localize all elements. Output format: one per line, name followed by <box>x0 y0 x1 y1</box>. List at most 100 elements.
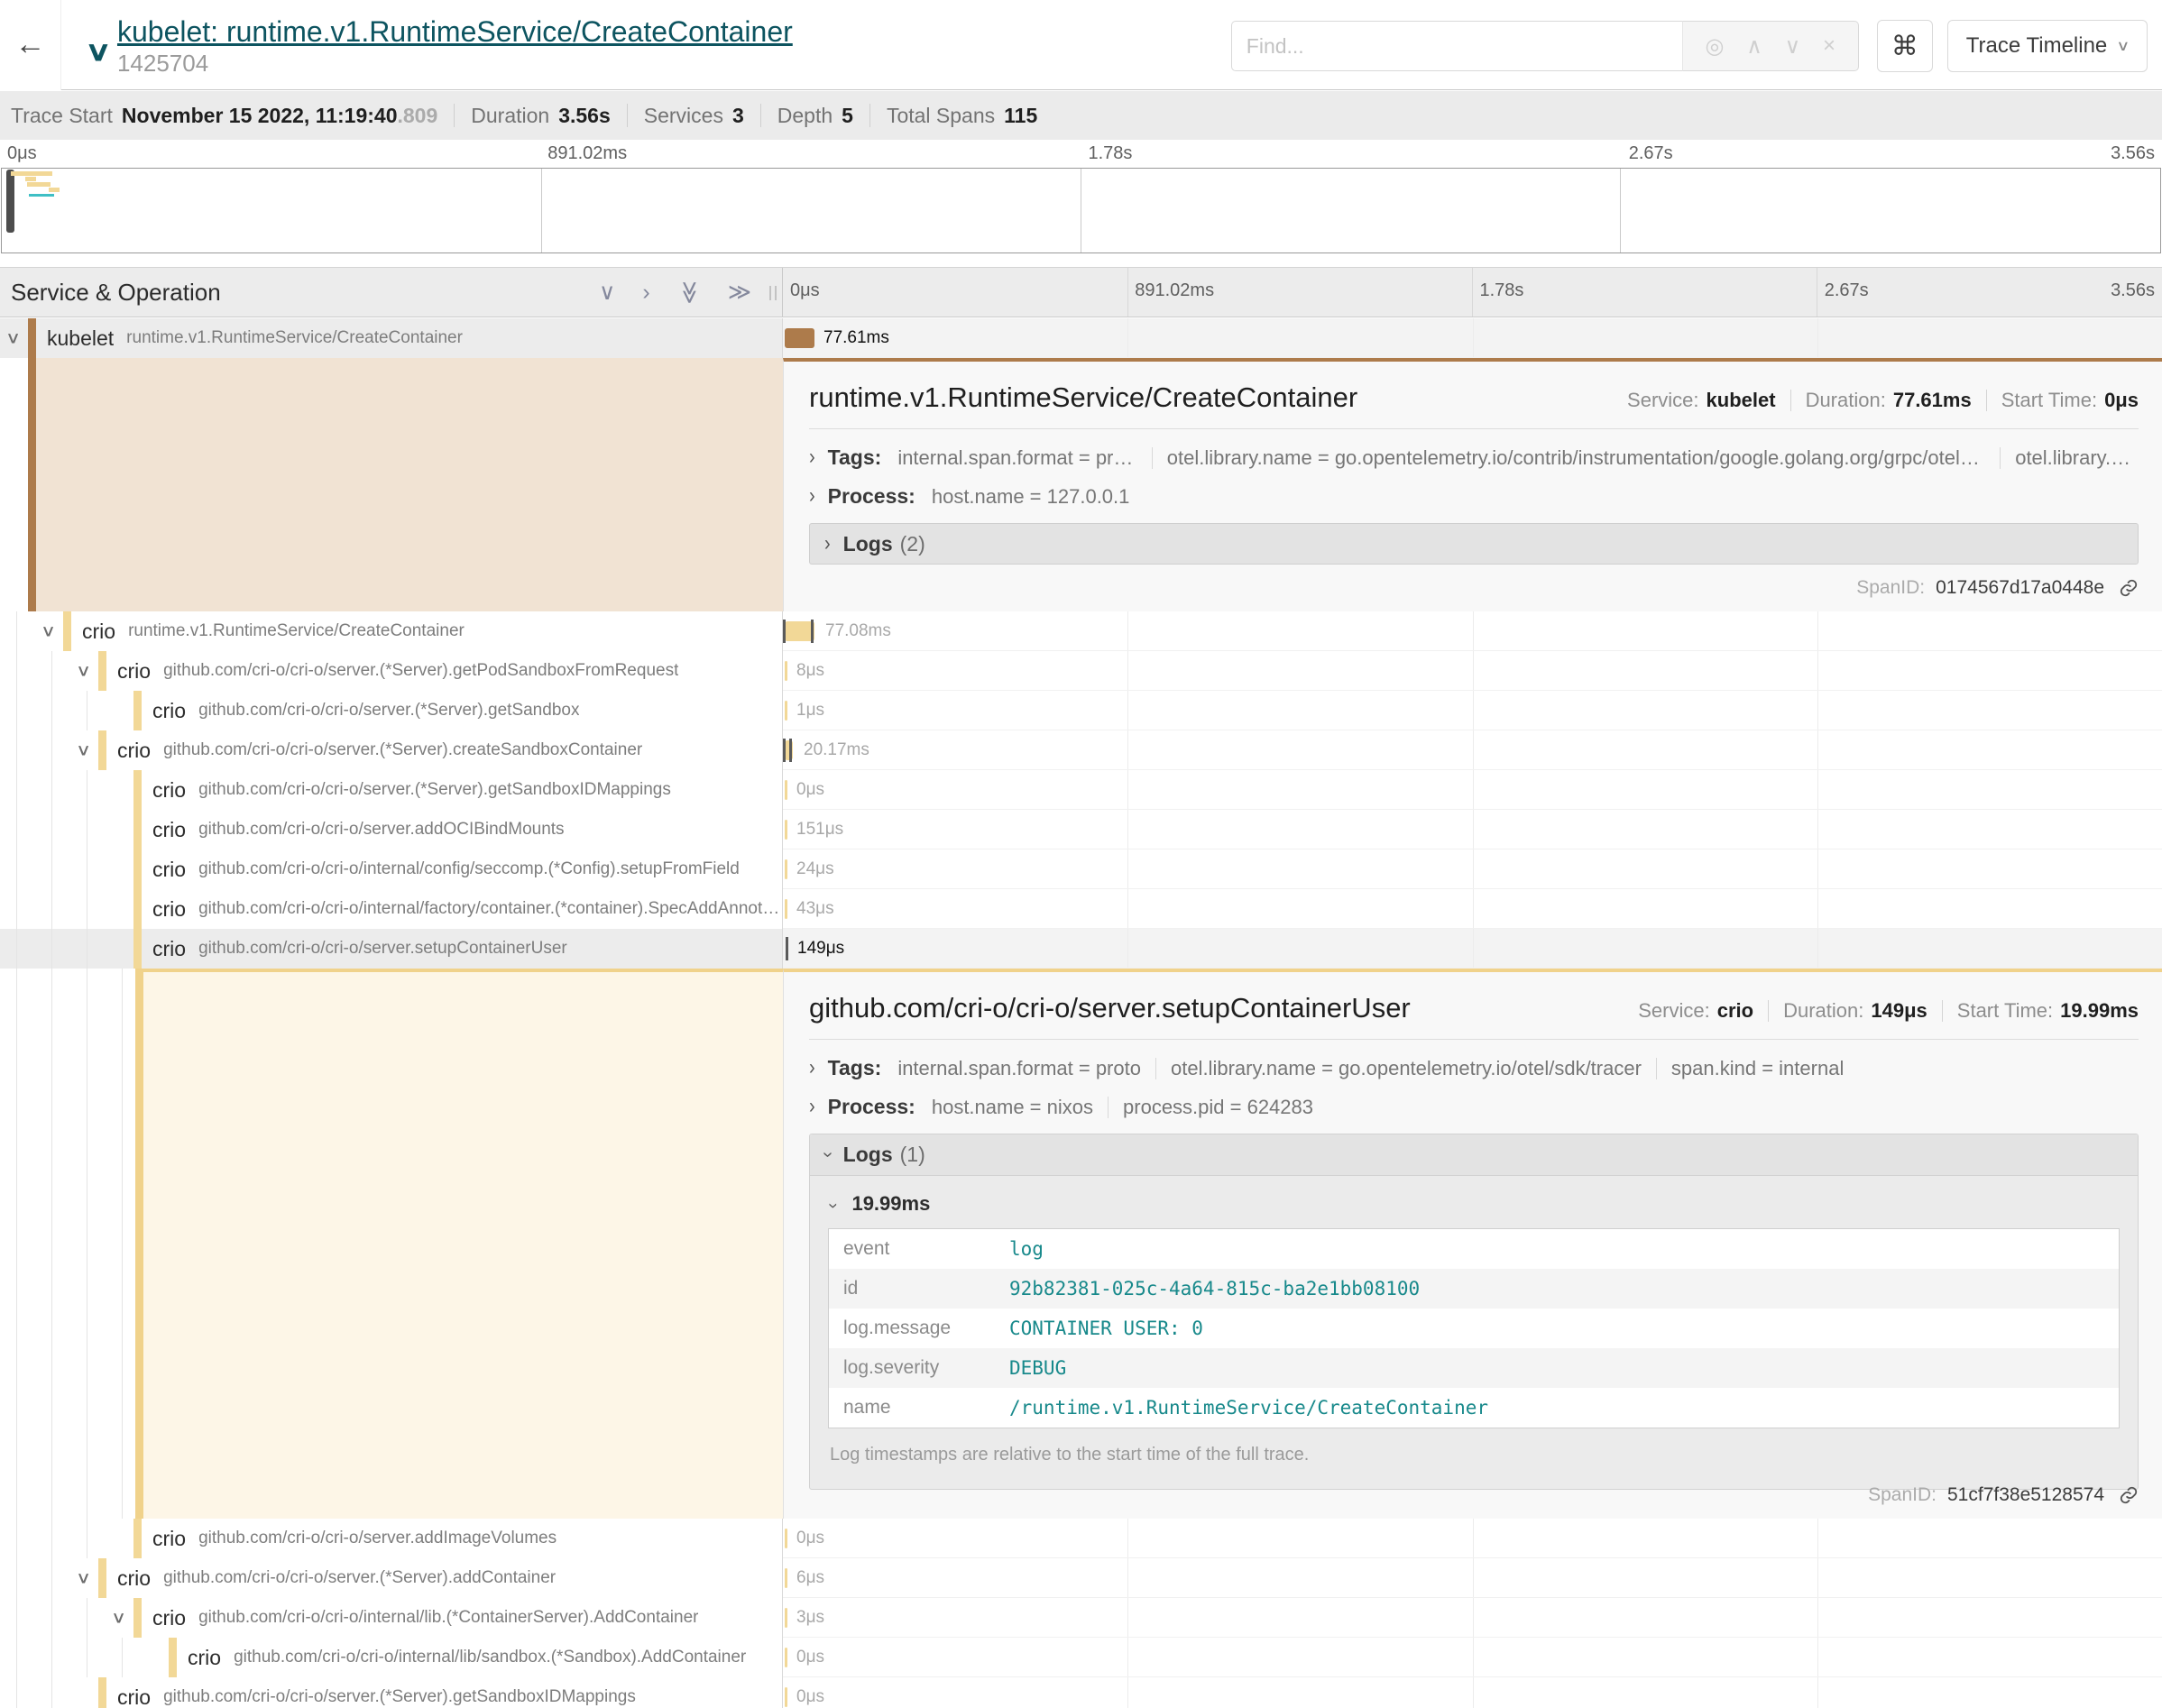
span-timeline-cell[interactable]: 24μs <box>783 849 2162 889</box>
tag-item: internal.span.format = proto <box>897 446 1136 470</box>
process-row[interactable]: › Process: host.name = 127.0.0.1 <box>809 484 2139 509</box>
span-name-cell[interactable]: ∨crioruntime.v1.RuntimeService/CreateCon… <box>0 611 783 651</box>
span-duration-bar[interactable] <box>785 820 787 840</box>
minimap-drag-handle[interactable] <box>6 170 14 233</box>
span-timeline-cell[interactable]: 77.61ms <box>783 318 2162 358</box>
chevron-right-icon[interactable]: › <box>809 445 815 470</box>
log-entry-timestamp[interactable]: › 19.99ms <box>830 1192 2120 1216</box>
span-name-cell[interactable]: criogithub.com/cri-o/cri-o/server.(*Serv… <box>0 691 783 730</box>
span-row[interactable]: criogithub.com/cri-o/cri-o/server.setupC… <box>0 929 2162 969</box>
span-service-name: crio <box>152 1527 186 1551</box>
trace-title-block: kubelet: runtime.v1.RuntimeService/Creat… <box>117 15 793 78</box>
trace-collapse-chevron-icon[interactable]: ∨ <box>85 36 112 68</box>
span-row[interactable]: ∨kubeletruntime.v1.RuntimeService/Create… <box>0 318 2162 358</box>
span-name-cell[interactable]: ∨criogithub.com/cri-o/cri-o/server.(*Ser… <box>0 651 783 691</box>
span-timeline-cell[interactable]: 149μs <box>783 929 2162 969</box>
keyboard-shortcuts-button[interactable]: ⌘ <box>1877 20 1933 72</box>
span-row[interactable]: criogithub.com/cri-o/cri-o/internal/lib/… <box>0 1638 2162 1677</box>
span-timeline-cell[interactable]: 6μs <box>783 1558 2162 1598</box>
timeline-minimap[interactable] <box>1 168 2161 253</box>
span-row[interactable]: criogithub.com/cri-o/cri-o/internal/fact… <box>0 889 2162 929</box>
chevron-right-icon[interactable]: › <box>809 484 815 509</box>
span-duration-bar[interactable] <box>785 1608 787 1628</box>
span-name-cell[interactable]: criogithub.com/cri-o/cri-o/server.addOCI… <box>0 810 783 849</box>
span-duration-bar[interactable] <box>785 780 787 800</box>
span-timeline-cell[interactable]: 151μs <box>783 810 2162 849</box>
chevron-right-icon[interactable]: › <box>809 1056 815 1080</box>
process-row[interactable]: › Process: host.name = nixosprocess.pid … <box>809 1095 2139 1119</box>
back-button[interactable]: ← <box>0 0 61 90</box>
prev-match-icon[interactable]: ∧ <box>1746 33 1762 60</box>
span-duration-bar[interactable] <box>785 328 814 348</box>
span-operation-name: github.com/cri-o/cri-o/server.(*Server).… <box>163 1687 636 1707</box>
log-field-value: CONTAINER USER: 0 <box>1009 1318 1203 1339</box>
find-input[interactable] <box>1231 21 1682 71</box>
clear-find-icon[interactable]: × <box>1823 33 1835 59</box>
span-children-chevron-icon[interactable]: ∨ <box>76 1569 91 1588</box>
span-name-cell[interactable]: criogithub.com/cri-o/cri-o/server.(*Serv… <box>0 1677 783 1708</box>
span-name-cell[interactable]: ∨criogithub.com/cri-o/cri-o/server.(*Ser… <box>0 730 783 770</box>
span-timeline-cell[interactable]: 77.08ms <box>783 611 2162 651</box>
span-children-chevron-icon[interactable]: ∨ <box>111 1609 126 1628</box>
span-timeline-cell[interactable]: 43μs <box>783 889 2162 929</box>
column-resizer[interactable] <box>769 286 777 300</box>
tags-row[interactable]: › Tags: internal.span.format = protootel… <box>809 1056 2139 1080</box>
expand-all-icon[interactable]: ≫ <box>728 281 751 304</box>
span-timeline-cell[interactable]: 20.17ms <box>783 730 2162 770</box>
span-row[interactable]: criogithub.com/cri-o/cri-o/server.addOCI… <box>0 810 2162 849</box>
span-timeline-cell[interactable]: 0μs <box>783 1677 2162 1708</box>
span-row[interactable]: criogithub.com/cri-o/cri-o/internal/conf… <box>0 849 2162 889</box>
logs-accordion-collapsed[interactable]: › Logs (2) <box>809 523 2139 565</box>
span-timeline-cell[interactable]: 0μs <box>783 770 2162 810</box>
span-name-cell[interactable]: criogithub.com/cri-o/cri-o/server.addIma… <box>0 1519 783 1558</box>
span-name-cell[interactable]: criogithub.com/cri-o/cri-o/server.setupC… <box>0 929 783 969</box>
span-row[interactable]: ∨criogithub.com/cri-o/cri-o/server.(*Ser… <box>0 651 2162 691</box>
span-timeline-cell[interactable]: 8μs <box>783 651 2162 691</box>
span-name-cell[interactable]: ∨kubeletruntime.v1.RuntimeService/Create… <box>0 318 783 358</box>
span-timeline-cell[interactable]: 1μs <box>783 691 2162 730</box>
span-name-cell[interactable]: ∨criogithub.com/cri-o/cri-o/internal/lib… <box>0 1598 783 1638</box>
trace-title-link[interactable]: kubelet: runtime.v1.RuntimeService/Creat… <box>117 15 793 48</box>
span-duration-bar[interactable] <box>785 859 787 879</box>
chevron-right-icon[interactable]: › <box>809 1095 815 1119</box>
span-children-chevron-icon[interactable]: ∨ <box>41 622 56 641</box>
span-duration-bar[interactable] <box>785 899 787 919</box>
span-name-cell[interactable]: criogithub.com/cri-o/cri-o/server.(*Serv… <box>0 770 783 810</box>
focus-match-icon[interactable]: ◎ <box>1706 33 1725 60</box>
collapse-one-icon[interactable]: ∨ <box>599 281 615 304</box>
span-children-chevron-icon[interactable]: ∨ <box>76 741 91 760</box>
tags-row[interactable]: › Tags: internal.span.format = protootel… <box>809 445 2139 470</box>
span-service-name: crio <box>152 818 186 842</box>
logs-accordion-header[interactable]: › Logs (1) <box>810 1134 2138 1176</box>
span-row[interactable]: ∨crioruntime.v1.RuntimeService/CreateCon… <box>0 611 2162 651</box>
span-timeline-cell[interactable]: 0μs <box>783 1638 2162 1677</box>
trace-view-select[interactable]: Trace Timeline ∨ <box>1947 20 2148 72</box>
next-match-icon[interactable]: ∨ <box>1785 33 1801 60</box>
span-duration-bar[interactable] <box>785 1529 787 1548</box>
span-row[interactable]: criogithub.com/cri-o/cri-o/server.(*Serv… <box>0 1677 2162 1708</box>
span-row[interactable]: ∨criogithub.com/cri-o/cri-o/server.(*Ser… <box>0 730 2162 770</box>
span-duration-bar[interactable] <box>785 1687 787 1707</box>
copy-link-icon[interactable] <box>2119 1485 2139 1505</box>
span-row[interactable]: criogithub.com/cri-o/cri-o/server.(*Serv… <box>0 770 2162 810</box>
expand-one-icon[interactable]: › <box>642 281 649 304</box>
span-duration-label: 77.08ms <box>825 621 891 641</box>
span-children-chevron-icon[interactable]: ∨ <box>5 329 21 348</box>
span-row[interactable]: ∨criogithub.com/cri-o/cri-o/internal/lib… <box>0 1598 2162 1638</box>
span-row[interactable]: criogithub.com/cri-o/cri-o/server.(*Serv… <box>0 691 2162 730</box>
span-duration-bar[interactable] <box>785 661 787 681</box>
span-duration-bar[interactable] <box>785 701 787 721</box>
span-duration-bar[interactable] <box>785 1648 787 1667</box>
span-name-cell[interactable]: criogithub.com/cri-o/cri-o/internal/fact… <box>0 889 783 929</box>
collapse-all-icon[interactable]: ≫ <box>677 280 700 304</box>
span-timeline-cell[interactable]: 3μs <box>783 1598 2162 1638</box>
span-name-cell[interactable]: ∨criogithub.com/cri-o/cri-o/server.(*Ser… <box>0 1558 783 1598</box>
span-duration-bar[interactable] <box>785 1568 787 1588</box>
span-row[interactable]: ∨criogithub.com/cri-o/cri-o/server.(*Ser… <box>0 1558 2162 1598</box>
span-row[interactable]: criogithub.com/cri-o/cri-o/server.addIma… <box>0 1519 2162 1558</box>
span-timeline-cell[interactable]: 0μs <box>783 1519 2162 1558</box>
span-name-cell[interactable]: criogithub.com/cri-o/cri-o/internal/lib/… <box>0 1638 783 1677</box>
copy-link-icon[interactable] <box>2119 578 2139 598</box>
span-name-cell[interactable]: criogithub.com/cri-o/cri-o/internal/conf… <box>0 849 783 889</box>
span-children-chevron-icon[interactable]: ∨ <box>76 662 91 681</box>
